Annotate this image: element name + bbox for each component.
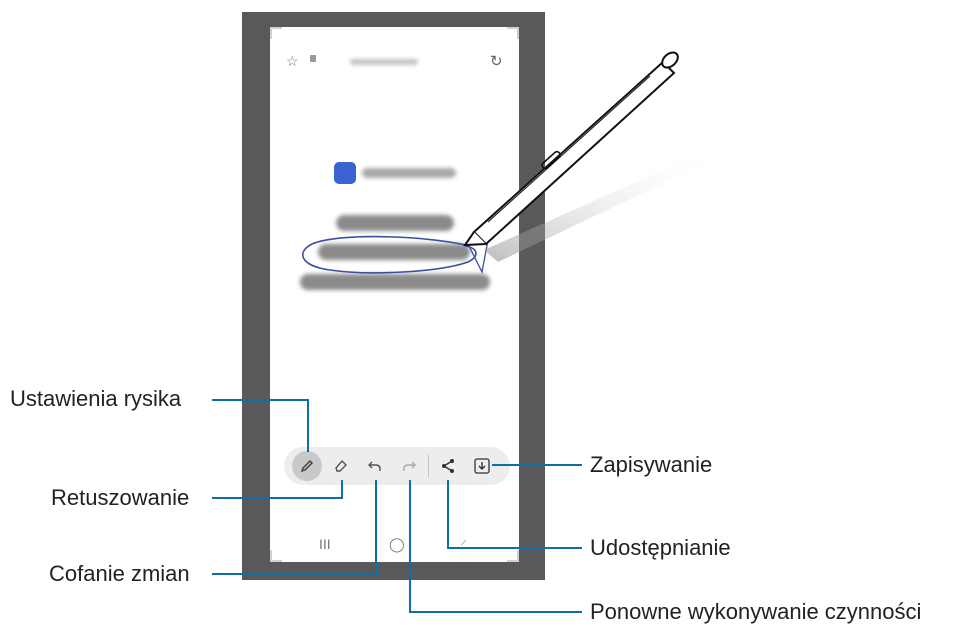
handwriting-loop xyxy=(301,235,477,274)
callout-eraser: Retuszowanie xyxy=(51,485,190,510)
callout-pen-settings: Ustawienia rysika xyxy=(10,386,182,411)
callout-undo: Cofanie zmian xyxy=(49,561,190,586)
annotation-overlay xyxy=(212,51,712,613)
callout-line-redo xyxy=(409,480,582,613)
callout-line-pen-settings xyxy=(212,399,309,452)
callout-save: Zapisywanie xyxy=(590,452,713,477)
callout-share: Udostępnianie xyxy=(590,535,731,560)
callout-line-undo xyxy=(212,480,377,575)
callout-line-share xyxy=(447,480,582,549)
callout-redo: Ponowne wykonywanie czynności xyxy=(590,599,922,624)
callout-line-eraser xyxy=(212,480,343,499)
